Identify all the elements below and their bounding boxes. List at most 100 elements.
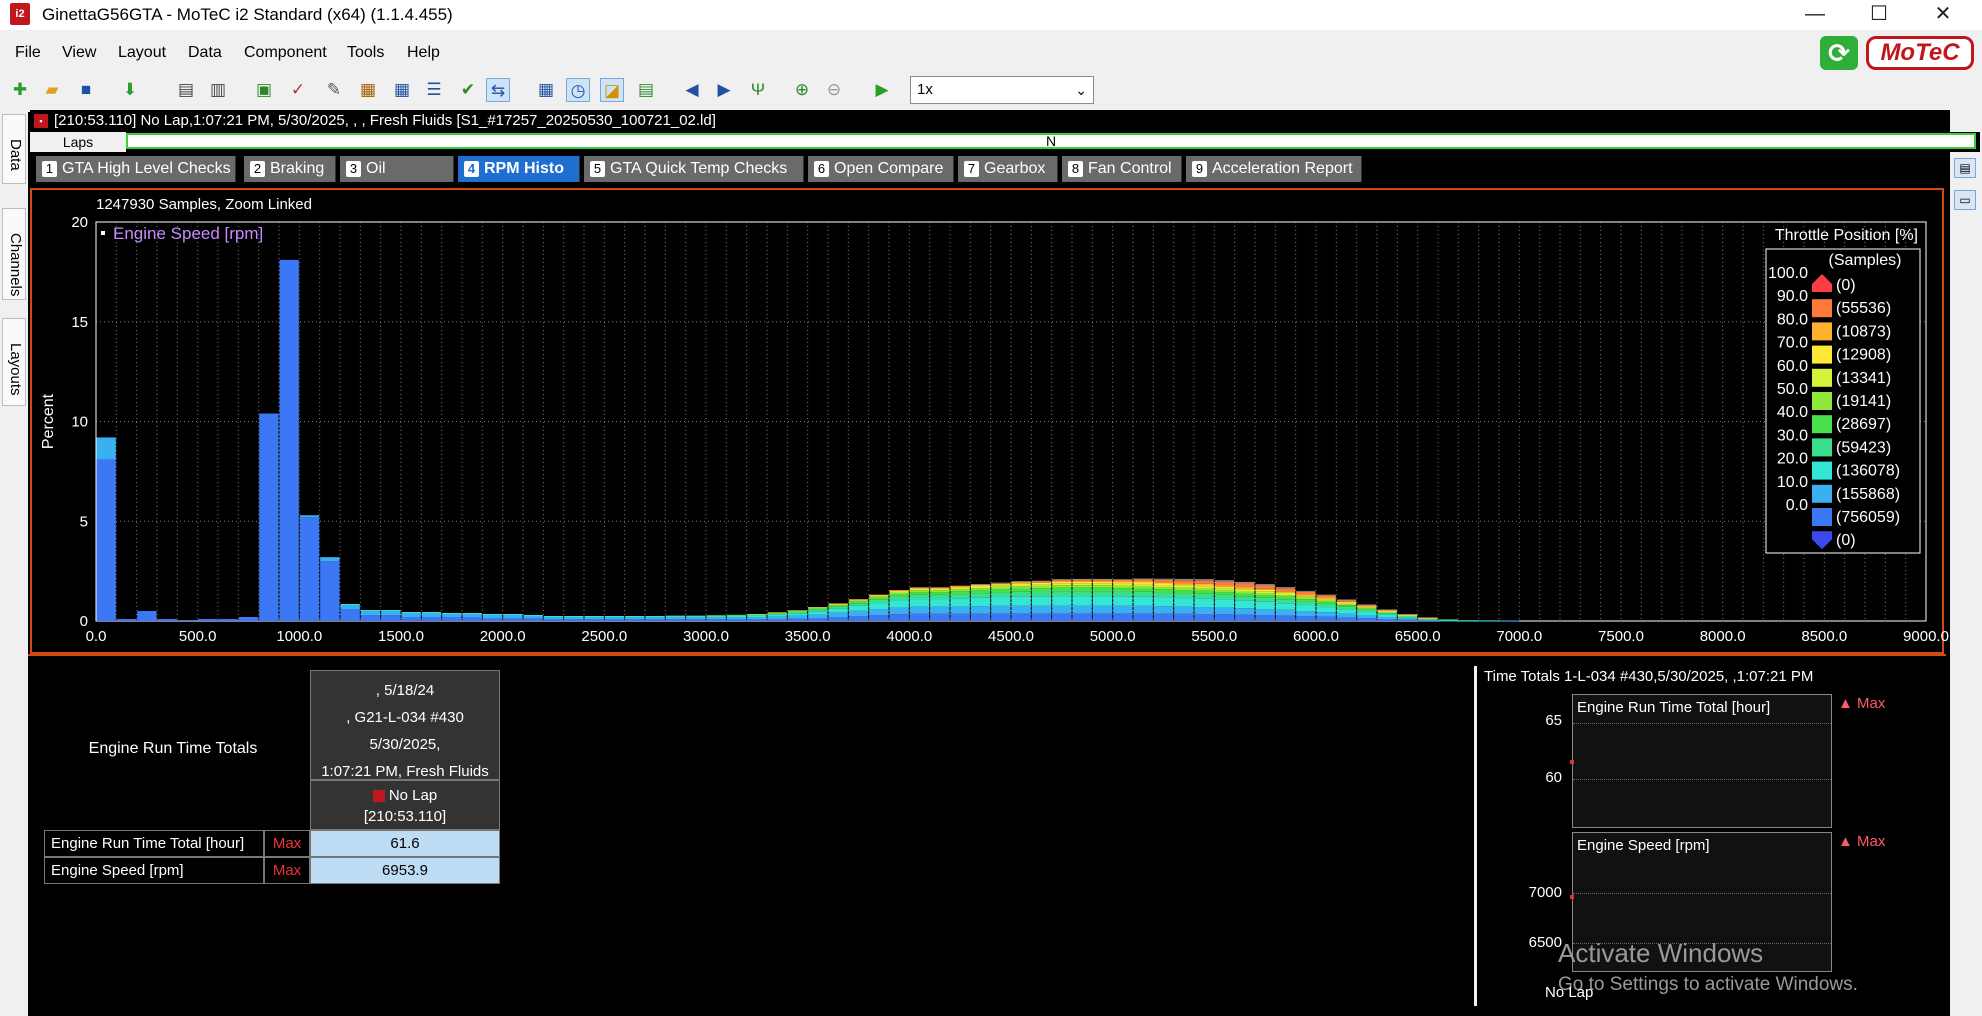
histogram-bar-segment bbox=[1397, 618, 1418, 620]
histogram-bar-segment bbox=[1194, 588, 1214, 591]
histogram-bar-segment bbox=[1316, 598, 1336, 600]
histogram-bar-segment bbox=[259, 413, 279, 621]
histogram-bar-segment bbox=[970, 590, 991, 594]
histogram-bar-segment bbox=[1153, 585, 1174, 588]
x-tick-label: 9000.0 bbox=[1903, 628, 1949, 645]
histogram-bar-segment bbox=[360, 611, 381, 616]
table-row-value[interactable]: 6953.9 bbox=[310, 857, 500, 884]
histogram-bar-segment bbox=[930, 587, 950, 589]
histogram-bar-segment bbox=[889, 600, 909, 608]
histogram-bar-segment bbox=[1194, 607, 1214, 615]
histogram-bar-segment bbox=[625, 617, 645, 620]
histogram-bar-segment bbox=[1316, 595, 1336, 598]
histogram-bar-segment bbox=[1092, 580, 1113, 582]
histogram-bar-segment bbox=[970, 613, 991, 621]
histogram-bar-segment bbox=[1296, 605, 1316, 612]
histogram-bar-segment bbox=[991, 582, 1011, 584]
histogram-bar-segment bbox=[767, 614, 787, 617]
histogram-bar-segment bbox=[1072, 579, 1092, 581]
histogram-bar-segment bbox=[137, 611, 157, 621]
histogram-bar-segment bbox=[1031, 580, 1052, 582]
histogram-bar-segment bbox=[848, 605, 869, 611]
histogram-bar-segment bbox=[909, 606, 930, 614]
histogram-bar-segment bbox=[1214, 592, 1235, 595]
histogram-bar-segment bbox=[1113, 579, 1133, 582]
histogram-bar-segment bbox=[1357, 610, 1377, 613]
histogram-bar-segment bbox=[1255, 585, 1275, 589]
x-tick-label: 8500.0 bbox=[1801, 628, 1847, 645]
legend-swatch bbox=[1812, 368, 1832, 387]
histogram-bar-segment bbox=[909, 587, 930, 589]
histogram-bar-segment bbox=[808, 609, 828, 612]
histogram-bar-segment bbox=[1316, 603, 1336, 608]
histogram-bar-segment bbox=[1316, 601, 1336, 604]
histogram-bar-segment bbox=[686, 617, 706, 620]
table-row-value[interactable]: 61.6 bbox=[310, 830, 500, 857]
histogram-bar-segment bbox=[1275, 603, 1296, 610]
histogram-bar-segment bbox=[340, 609, 360, 621]
histogram-bar-segment bbox=[543, 616, 564, 618]
histogram-bar-segment bbox=[1316, 612, 1336, 617]
histogram-bar-segment bbox=[1174, 598, 1194, 607]
histogram-bar-segment bbox=[1214, 590, 1235, 593]
title-marker bbox=[101, 231, 105, 235]
histogram-bar-segment bbox=[930, 613, 950, 621]
histogram-bar-segment bbox=[665, 615, 686, 617]
histogram-bar-segment bbox=[340, 604, 360, 606]
histogram-bar-segment bbox=[1214, 607, 1235, 615]
chart-title: Engine Speed [rpm] bbox=[113, 224, 263, 243]
histogram-bar-segment bbox=[1174, 590, 1194, 594]
histogram-bar-segment bbox=[1031, 596, 1052, 606]
histogram-bar-segment bbox=[1174, 593, 1194, 599]
histogram-bar-segment bbox=[1052, 580, 1072, 582]
histogram-bar-segment bbox=[1052, 613, 1072, 621]
histogram-bar-segment bbox=[1113, 591, 1133, 597]
histogram-bar-segment bbox=[198, 619, 218, 621]
histogram-bar-segment bbox=[421, 613, 442, 618]
histogram-bar-segment bbox=[1275, 615, 1296, 621]
histogram-bar-segment bbox=[869, 596, 889, 598]
histogram-bar-segment bbox=[1235, 593, 1255, 597]
splitter[interactable] bbox=[1474, 666, 1477, 1006]
histogram-bar-segment bbox=[1214, 599, 1235, 608]
activation-watermark: Activate Windows bbox=[1558, 938, 1764, 968]
histogram-bar-segment bbox=[1092, 587, 1113, 592]
histogram-bar-segment bbox=[503, 615, 523, 619]
histogram-bar-segment bbox=[1052, 585, 1072, 588]
histogram-bar-segment bbox=[1031, 591, 1052, 597]
histogram-bar-segment bbox=[1336, 606, 1357, 610]
histogram-bar-segment bbox=[828, 606, 848, 609]
legend-level-label: 70.0 bbox=[1777, 335, 1808, 352]
histogram-bar-segment bbox=[381, 615, 401, 621]
x-tick-label: 5500.0 bbox=[1191, 628, 1237, 645]
legend-count: (12908) bbox=[1836, 347, 1891, 364]
histogram-bar-segment bbox=[1275, 587, 1296, 589]
histogram-bar-segment bbox=[930, 599, 950, 607]
legend-level-label: 10.0 bbox=[1777, 474, 1808, 491]
histogram-bar-segment bbox=[1092, 581, 1113, 584]
histogram-bar-segment bbox=[1153, 592, 1174, 598]
histogram-bar-segment bbox=[1235, 588, 1255, 590]
histogram-bar-segment bbox=[909, 592, 930, 595]
histogram-bar-segment bbox=[991, 589, 1011, 593]
histogram-bar-segment bbox=[787, 613, 808, 616]
histogram-bar-segment bbox=[1052, 605, 1072, 614]
histogram-bar-segment bbox=[584, 616, 604, 618]
histogram-bar-segment bbox=[808, 614, 828, 619]
histogram-bar-segment bbox=[1296, 591, 1316, 595]
histogram-bar-segment bbox=[1052, 591, 1072, 597]
histogram-bar-segment bbox=[1052, 581, 1072, 584]
histogram-bar-segment bbox=[1052, 596, 1072, 606]
histogram-bar-segment bbox=[747, 617, 767, 620]
histogram-bar-segment bbox=[1336, 609, 1357, 614]
histogram-bar-segment bbox=[1296, 590, 1316, 592]
histogram-bar-segment bbox=[726, 619, 747, 621]
chart-title: Engine Run Time Total [hour] bbox=[1577, 699, 1771, 716]
tick-label: 7000 bbox=[1528, 884, 1562, 901]
histogram-bar-segment bbox=[1214, 585, 1235, 587]
histogram-bar-segment bbox=[1052, 587, 1072, 592]
histogram-bar-segment bbox=[1336, 617, 1357, 621]
histogram-bar-segment bbox=[1296, 597, 1316, 600]
legend-level-label: 20.0 bbox=[1777, 451, 1808, 468]
histogram-bar-segment bbox=[1011, 584, 1031, 587]
